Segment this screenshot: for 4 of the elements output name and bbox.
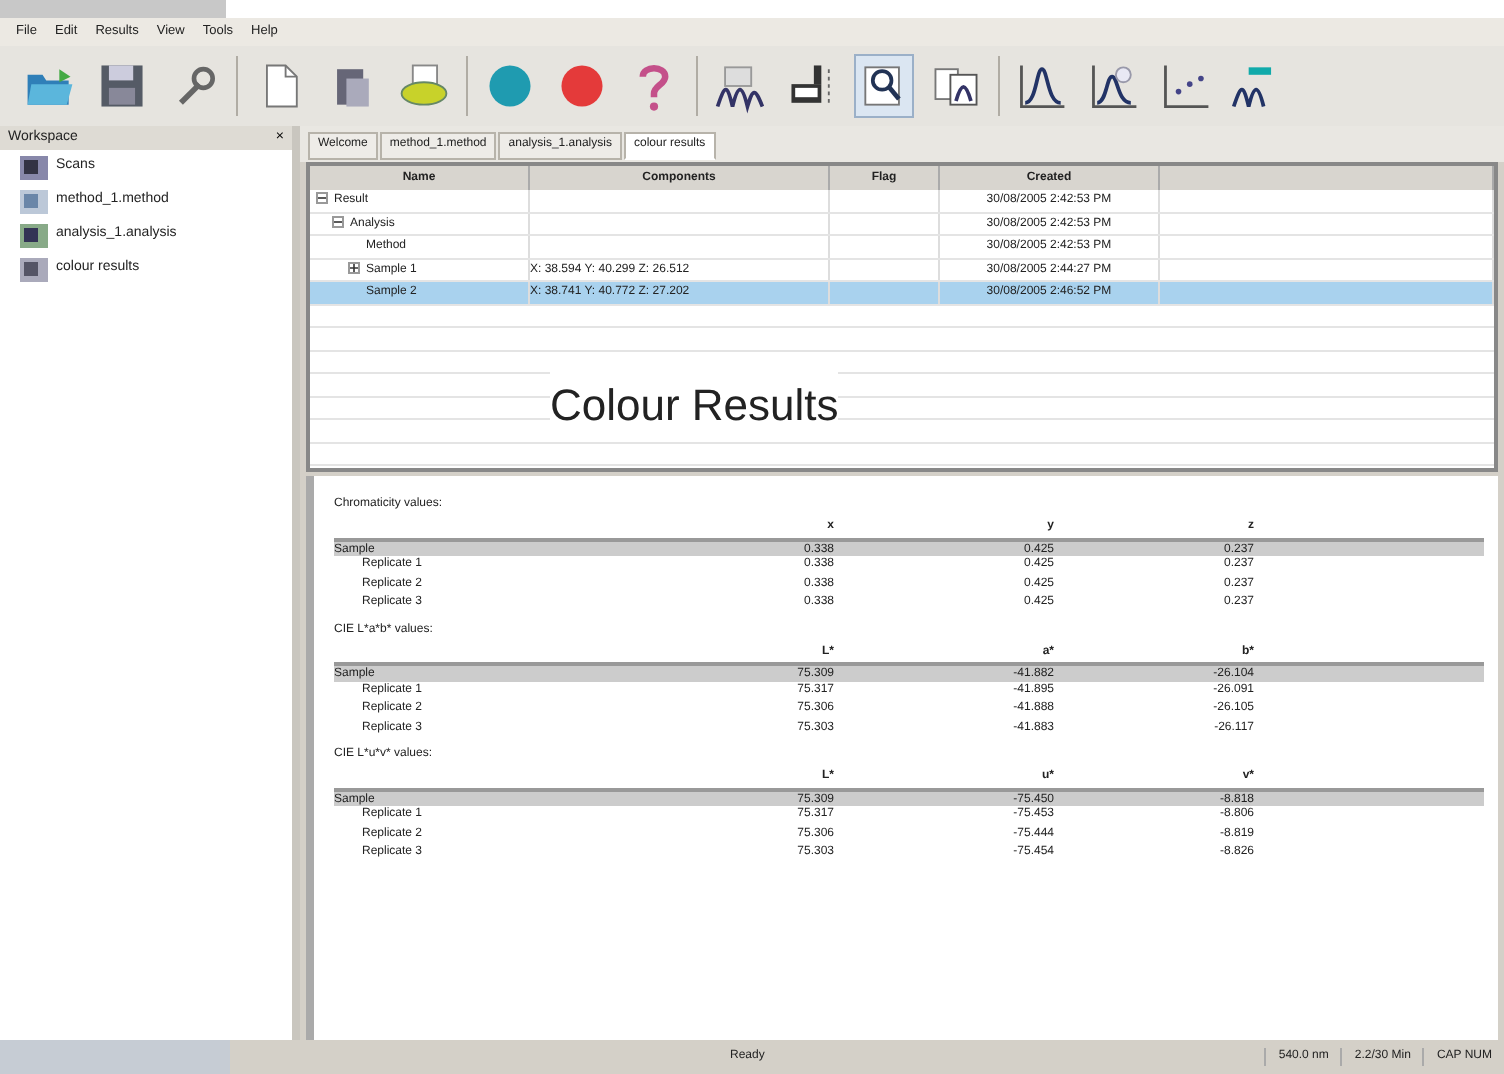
collapse-icon[interactable] — [316, 192, 328, 205]
expand-icon[interactable] — [348, 261, 360, 274]
collapse-icon[interactable] — [332, 215, 344, 228]
toolbar-button[interactable] — [854, 54, 914, 118]
